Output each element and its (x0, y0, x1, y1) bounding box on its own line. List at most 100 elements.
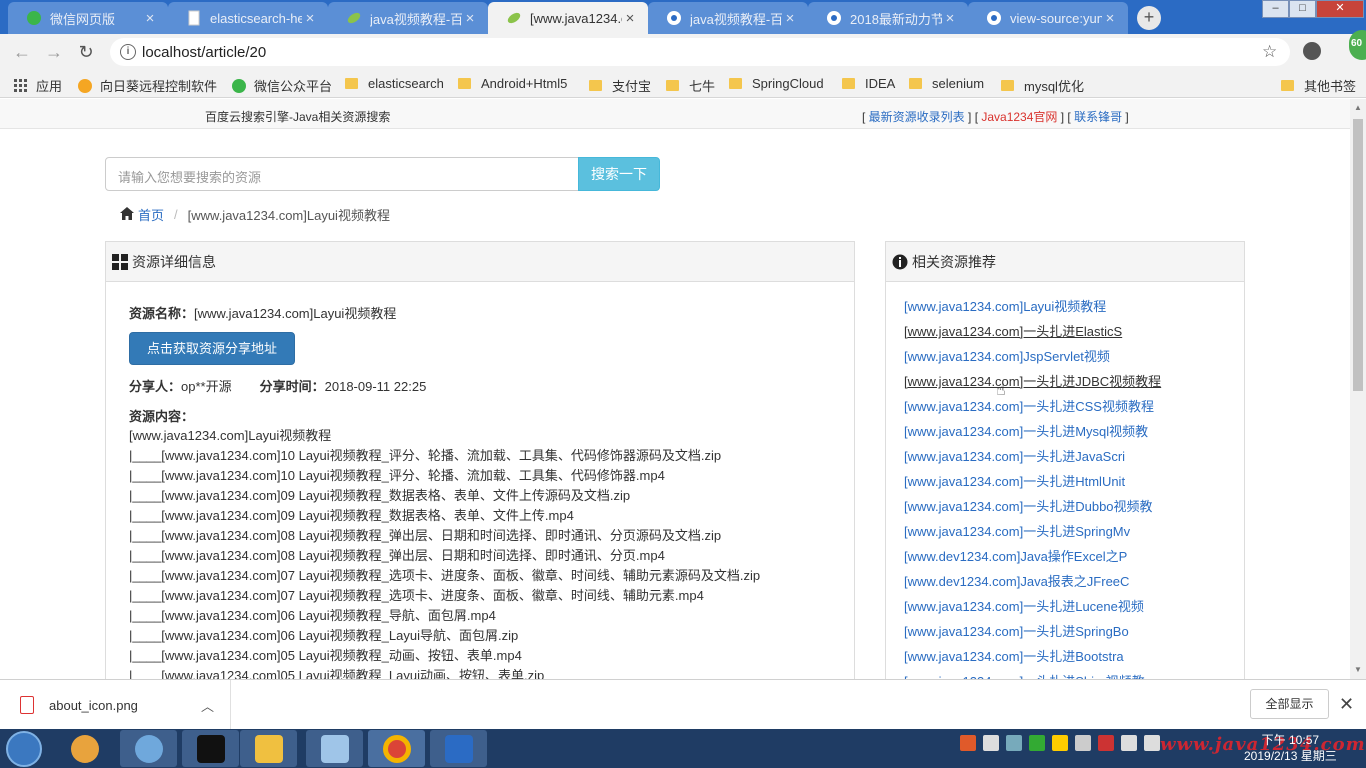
wechat-icon (232, 78, 246, 93)
contact-link[interactable]: 联系锋哥 (1074, 110, 1122, 124)
bookmark-star-icon[interactable]: ☆ (1262, 42, 1277, 62)
minimize-button[interactable]: – (1262, 0, 1289, 18)
clock[interactable]: 下午 10:57 2019/2/13 星期三 (1244, 732, 1337, 764)
search-input[interactable]: 请输入您想要搜索的资源 (105, 157, 579, 191)
usb-icon[interactable] (1006, 735, 1022, 751)
bookmark-android-html5[interactable]: Android+Html5 (458, 76, 567, 91)
bookmark-qiniu[interactable]: 七牛 (666, 76, 715, 95)
tab-java-video-baidu[interactable]: java视频教程-百度 × (328, 2, 488, 34)
show-all-button[interactable]: 全部显示 (1250, 689, 1329, 719)
back-button[interactable]: ← (12, 42, 32, 62)
bookmark-elasticsearch[interactable]: elasticsearch (345, 76, 444, 91)
chevron-up-icon[interactable]: ︿ (201, 696, 214, 715)
bookmark-alipay[interactable]: 支付宝 (589, 76, 651, 95)
related-link[interactable]: [www.java1234.com]Layui视频教程 (904, 294, 1161, 319)
bookmark-mysql[interactable]: mysql优化 (1001, 76, 1084, 95)
bookmark-sunlogin[interactable]: 向日葵远程控制软件 (78, 76, 217, 95)
taskbar-app-dolphin[interactable] (120, 730, 177, 767)
window-close-button[interactable]: ✕ (1316, 0, 1364, 18)
taskbar-app-wps[interactable] (430, 730, 487, 767)
new-tab-button[interactable]: + (1137, 6, 1161, 30)
search-button[interactable]: 搜索一下 (578, 157, 660, 191)
tab-close-icon[interactable]: × (142, 10, 158, 27)
sogou-icon[interactable] (960, 735, 976, 751)
taskbar-app-explorer[interactable] (240, 730, 297, 767)
bookmark-idea[interactable]: IDEA (842, 76, 895, 91)
volume-icon[interactable] (1144, 735, 1160, 751)
resource-name-label: 资源名称： (129, 306, 195, 321)
download-item[interactable]: about_icon.png ︿ (0, 680, 231, 730)
network-icon[interactable] (1075, 735, 1091, 751)
tab-elasticsearch[interactable]: elasticsearch-he × (168, 2, 328, 34)
shield-icon[interactable] (1029, 735, 1045, 751)
related-link[interactable]: [www.java1234.com]一头扎进CSS视频教程 (904, 394, 1161, 419)
related-link[interactable]: [www.java1234.com]一头扎进Lucene视频 (904, 594, 1161, 619)
bookmark-springcloud[interactable]: SpringCloud (729, 76, 824, 91)
plus-icon[interactable] (1052, 735, 1068, 751)
taskbar-app-photos[interactable] (56, 730, 113, 767)
reload-button[interactable]: ↻ (76, 42, 96, 62)
list-item: |____[www.java1234.com]10 Layui视频教程_评分、轮… (129, 468, 665, 483)
scroll-down-icon[interactable]: ▼ (1354, 665, 1362, 674)
taskbar-app-chrome[interactable] (368, 730, 425, 767)
related-link[interactable]: [www.java1234.com]一头扎进JavaScri (904, 444, 1161, 469)
page-scrollbar[interactable]: ▲ ▼ (1350, 99, 1366, 679)
tab-close-icon[interactable]: × (1102, 10, 1118, 27)
tab-close-icon[interactable]: × (782, 10, 798, 27)
scrollbar-thumb[interactable] (1353, 119, 1363, 391)
bookmark-wechat-mp[interactable]: 微信公众平台 (232, 76, 332, 95)
antivirus-icon[interactable] (1098, 735, 1114, 751)
resource-name-row: 资源名称：[www.java1234.com]Layui视频教程 (129, 303, 396, 322)
bookmark-label: 其他书签 (1304, 79, 1357, 94)
related-link[interactable]: [www.java1234.com]一头扎进SpringMv (904, 519, 1161, 544)
forward-button[interactable]: → (44, 42, 64, 62)
extension-badge[interactable]: 60 (1349, 30, 1366, 60)
related-link[interactable]: [www.java1234.com]一头扎进Shiro视频教 (904, 669, 1161, 679)
tab-java-video-baidu-2[interactable]: java视频教程-百度 × (648, 2, 808, 34)
address-bar[interactable]: i localhost/article/20 ☆ (110, 38, 1290, 66)
latest-resources-link[interactable]: 最新资源收录列表 (869, 110, 965, 124)
related-link[interactable]: [www.java1234.com]一头扎进Bootstra (904, 644, 1161, 669)
page-viewport: 百度云搜索引擎-Java相关资源搜索 [ 最新资源收录列表 ] [ Java12… (0, 99, 1350, 679)
breadcrumb-home-link[interactable]: 首页 (138, 205, 164, 224)
taskbar-app-intellij[interactable] (182, 730, 239, 767)
cloud-icon[interactable] (983, 735, 999, 751)
maximize-button[interactable]: □ (1289, 0, 1316, 18)
get-share-link-button[interactable]: 点击获取资源分享地址 (129, 332, 295, 365)
related-link[interactable]: [www.dev1234.com]Java操作Excel之P (904, 544, 1161, 569)
related-link[interactable]: [www.java1234.com]一头扎进JDBC视频教程 (904, 369, 1161, 394)
related-link[interactable]: [www.dev1234.com]Java报表之JFreeC (904, 569, 1161, 594)
related-link[interactable]: [www.java1234.com]JspServlet视频 (904, 344, 1161, 369)
java1234-official-link[interactable]: Java1234官网 (981, 110, 1057, 124)
apps-grid-icon (14, 78, 28, 93)
site-title: 百度云搜索引擎-Java相关资源搜索 (205, 110, 391, 124)
tab-close-icon[interactable]: × (942, 10, 958, 27)
wps-icon (444, 734, 473, 763)
tab-wechat[interactable]: 微信网页版 × (8, 2, 168, 34)
start-button[interactable] (6, 731, 42, 767)
bookmark-apps[interactable]: 应用 (14, 76, 62, 95)
related-link[interactable]: [www.java1234.com]一头扎进SpringBo (904, 619, 1161, 644)
tab-dongli[interactable]: 2018最新动力节点 × (808, 2, 968, 34)
scroll-up-icon[interactable]: ▲ (1354, 103, 1362, 112)
tab-view-source[interactable]: view-source:yun × (968, 2, 1128, 34)
list-item: |____[www.java1234.com]07 Layui视频教程_选项卡、… (129, 588, 704, 603)
related-link[interactable]: [www.java1234.com]一头扎进ElasticS (904, 319, 1161, 344)
list-item: |____[www.java1234.com]09 Layui视频教程_数据表格… (129, 508, 574, 523)
tab-close-icon[interactable]: × (302, 10, 318, 27)
taskbar-app-remote[interactable] (306, 730, 363, 767)
related-link[interactable]: [www.java1234.com]一头扎进Dubbo视频教 (904, 494, 1161, 519)
bookmark-label: IDEA (865, 76, 896, 91)
close-icon[interactable]: ✕ (1339, 694, 1354, 715)
tab-close-icon[interactable]: × (622, 10, 638, 27)
bookmark-other[interactable]: 其他书签 (1281, 76, 1356, 95)
tab-close-icon[interactable]: × (462, 10, 478, 27)
flag-icon[interactable] (1121, 735, 1137, 751)
tab-java1234-active[interactable]: [www.java1234.c × (488, 2, 648, 34)
info-icon[interactable]: i (120, 44, 136, 60)
bookmark-selenium[interactable]: selenium (909, 76, 984, 91)
related-link[interactable]: [www.java1234.com]一头扎进HtmlUnit (904, 469, 1161, 494)
list-item: |____[www.java1234.com]09 Layui视频教程_数据表格… (129, 488, 631, 503)
profile-avatar-icon[interactable] (1303, 42, 1321, 60)
related-link[interactable]: [www.java1234.com]一头扎进Mysql视频教 (904, 419, 1161, 444)
